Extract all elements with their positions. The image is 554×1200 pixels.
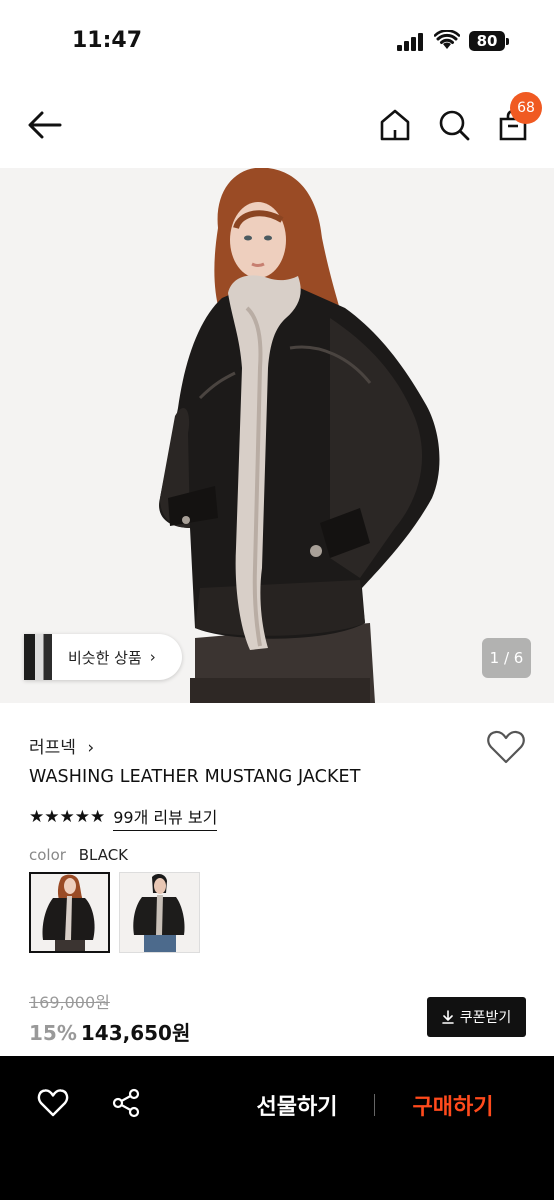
wifi-icon <box>434 30 460 49</box>
bottom-action-bar: 선물하기 구매하기 <box>0 1056 554 1200</box>
gift-button[interactable]: 선물하기 <box>238 1089 356 1121</box>
buy-button[interactable]: 구매하기 <box>393 1089 513 1121</box>
similar-products-thumbnail <box>24 634 52 680</box>
coupon-button[interactable]: 쿠폰받기 <box>427 997 526 1037</box>
rating-row: ★★★★★ 99개 리뷰 보기 <box>29 804 218 831</box>
product-image-gallery[interactable]: 비슷한 상품 › 1 / 6 <box>0 168 554 703</box>
original-price: 169,000원 <box>29 993 110 1012</box>
back-arrow-icon[interactable] <box>26 108 64 142</box>
cart-count-badge: 68 <box>510 92 542 124</box>
price-row: 15% 143,650원 <box>29 1017 190 1046</box>
sale-price: 143,650원 <box>80 1021 191 1045</box>
heart-icon[interactable] <box>486 729 526 765</box>
similar-products-label: 비슷한 상품 <box>68 648 142 667</box>
battery-tip <box>506 38 509 45</box>
color-label: color <box>29 846 66 864</box>
search-icon[interactable] <box>437 108 471 142</box>
brand-link[interactable]: 러프넥 › <box>29 733 94 758</box>
battery-icon: 80 <box>469 31 505 51</box>
color-swatch-black[interactable] <box>29 872 110 953</box>
product-name: WASHING LEATHER MUSTANG JACKET <box>29 767 361 787</box>
status-time: 11:47 <box>72 28 143 53</box>
share-icon[interactable] <box>111 1088 141 1118</box>
heart-icon[interactable] <box>37 1088 69 1118</box>
status-bar: 11:47 80 <box>0 0 554 84</box>
swatch-image <box>120 873 199 952</box>
product-photo <box>0 168 554 703</box>
image-page-indicator: 1 / 6 <box>482 638 531 678</box>
discount-rate: 15% <box>29 1021 77 1045</box>
color-row: color BLACK <box>29 846 128 864</box>
home-icon[interactable] <box>378 108 412 142</box>
app-header <box>0 84 554 168</box>
divider <box>374 1094 375 1116</box>
signal-icon <box>397 33 425 51</box>
download-icon <box>441 1010 454 1024</box>
chevron-right-icon: › <box>149 648 156 666</box>
chevron-right-icon: › <box>87 738 95 758</box>
swatch-image <box>31 874 108 951</box>
rating-stars: ★★★★★ <box>29 807 106 827</box>
similar-products-button[interactable]: 비슷한 상품 › <box>24 634 182 680</box>
color-value: BLACK <box>78 846 129 864</box>
brand-name: 러프넥 <box>29 738 76 758</box>
coupon-label: 쿠폰받기 <box>459 1010 512 1026</box>
color-swatch-alt[interactable] <box>119 872 200 953</box>
review-link[interactable]: 99개 리뷰 보기 <box>113 804 218 831</box>
